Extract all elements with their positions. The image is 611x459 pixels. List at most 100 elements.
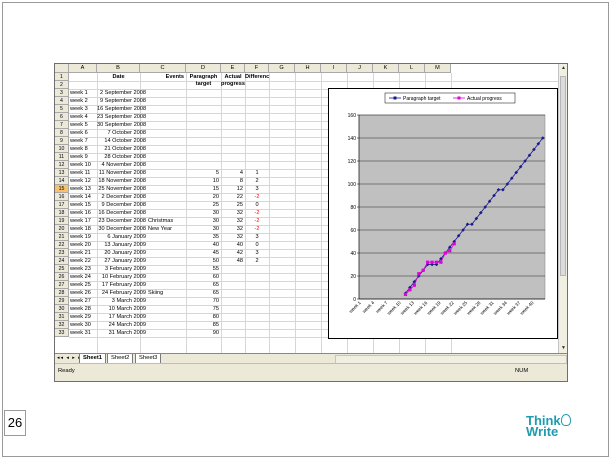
cell-date[interactable]: 2 December 2008 bbox=[97, 193, 148, 201]
vertical-scrollbar[interactable]: ▲ ▼ bbox=[558, 64, 567, 353]
cell-difference[interactable] bbox=[245, 265, 269, 273]
cell-event[interactable] bbox=[148, 273, 186, 281]
row-header[interactable]: 27 bbox=[55, 281, 69, 289]
row-header[interactable]: 4 bbox=[55, 97, 69, 105]
cell-target[interactable]: 5 bbox=[186, 169, 221, 177]
cell-actual[interactable] bbox=[221, 121, 245, 129]
cell-event[interactable] bbox=[148, 241, 186, 249]
cell-difference[interactable] bbox=[245, 305, 269, 313]
cell-event[interactable] bbox=[148, 177, 186, 185]
row-header[interactable]: 15 bbox=[55, 185, 69, 193]
cell-week[interactable]: week 6 bbox=[70, 129, 98, 137]
row-header[interactable]: 32 bbox=[55, 321, 69, 329]
cell-week[interactable]: week 23 bbox=[70, 265, 98, 273]
cell-target[interactable] bbox=[186, 161, 221, 169]
cell-target[interactable] bbox=[186, 121, 221, 129]
column-header[interactable]: K bbox=[373, 64, 399, 73]
cell-target[interactable]: 45 bbox=[186, 249, 221, 257]
cell-target[interactable] bbox=[186, 97, 221, 105]
cell-target[interactable] bbox=[186, 113, 221, 121]
cell-event[interactable] bbox=[148, 185, 186, 193]
cell-week[interactable]: week 22 bbox=[70, 257, 98, 265]
cell-week[interactable]: week 21 bbox=[70, 249, 98, 257]
cell-difference[interactable] bbox=[245, 97, 269, 105]
cell-date[interactable]: 11 November 2008 bbox=[97, 169, 148, 177]
cell-date[interactable]: 25 November 2008 bbox=[97, 185, 148, 193]
cell-week[interactable]: week 9 bbox=[70, 153, 98, 161]
row-header[interactable]: 10 bbox=[55, 145, 69, 153]
row-header[interactable]: 23 bbox=[55, 249, 69, 257]
cell-date[interactable]: 14 October 2008 bbox=[97, 137, 148, 145]
column-header[interactable]: B bbox=[97, 64, 140, 73]
header-date[interactable]: Date bbox=[97, 73, 140, 81]
cell-target[interactable]: 70 bbox=[186, 297, 221, 305]
column-header[interactable]: I bbox=[321, 64, 347, 73]
row-header[interactable]: 3 bbox=[55, 89, 69, 97]
cell-target[interactable]: 40 bbox=[186, 241, 221, 249]
column-header[interactable]: F bbox=[245, 64, 269, 73]
cell-actual[interactable] bbox=[221, 265, 245, 273]
cell-week[interactable]: week 10 bbox=[70, 161, 98, 169]
cell-actual[interactable]: 8 bbox=[221, 177, 245, 185]
cell-target[interactable]: 60 bbox=[186, 273, 221, 281]
cell-actual[interactable] bbox=[221, 273, 245, 281]
cell-event[interactable] bbox=[148, 201, 186, 209]
cell-target[interactable]: 30 bbox=[186, 209, 221, 217]
cell-difference[interactable]: -2 bbox=[245, 225, 269, 233]
cell-event[interactable] bbox=[148, 281, 186, 289]
cell-week[interactable]: week 17 bbox=[70, 217, 98, 225]
cell-event[interactable]: New Year bbox=[148, 225, 186, 233]
row-header[interactable]: 11 bbox=[55, 153, 69, 161]
cell-date[interactable]: 31 March 2009 bbox=[97, 329, 148, 337]
row-header[interactable]: 6 bbox=[55, 113, 69, 121]
cell-target[interactable] bbox=[186, 145, 221, 153]
column-header[interactable]: G bbox=[269, 64, 295, 73]
cell-date[interactable]: 17 March 2009 bbox=[97, 313, 148, 321]
cell-event[interactable] bbox=[148, 305, 186, 313]
cell-actual[interactable]: 32 bbox=[221, 233, 245, 241]
cell-week[interactable]: week 26 bbox=[70, 289, 98, 297]
cell-actual[interactable] bbox=[221, 145, 245, 153]
row-header[interactable]: 33 bbox=[55, 329, 69, 337]
cell-difference[interactable] bbox=[245, 297, 269, 305]
cell-event[interactable] bbox=[148, 233, 186, 241]
cell-event[interactable] bbox=[148, 329, 186, 337]
cell-date[interactable]: 2 September 2008 bbox=[97, 89, 148, 97]
cell-week[interactable]: week 15 bbox=[70, 201, 98, 209]
row-header[interactable]: 12 bbox=[55, 161, 69, 169]
cell-event[interactable] bbox=[148, 169, 186, 177]
cell-difference[interactable]: 2 bbox=[245, 177, 269, 185]
cell-week[interactable]: week 31 bbox=[70, 329, 98, 337]
row-header[interactable]: 14 bbox=[55, 177, 69, 185]
cell-actual[interactable] bbox=[221, 129, 245, 137]
cell-week[interactable]: week 25 bbox=[70, 281, 98, 289]
cell-date[interactable]: 10 February 2009 bbox=[97, 273, 148, 281]
cell-actual[interactable]: 4 bbox=[221, 169, 245, 177]
row-header[interactable]: 9 bbox=[55, 137, 69, 145]
cell-actual[interactable] bbox=[221, 113, 245, 121]
cell-actual[interactable]: 12 bbox=[221, 185, 245, 193]
cell-difference[interactable] bbox=[245, 161, 269, 169]
cell-difference[interactable] bbox=[245, 273, 269, 281]
row-header[interactable]: 2 bbox=[55, 81, 69, 89]
cell-target[interactable]: 35 bbox=[186, 233, 221, 241]
cell-event[interactable] bbox=[148, 321, 186, 329]
cell-week[interactable]: week 30 bbox=[70, 321, 98, 329]
cell-actual[interactable] bbox=[221, 289, 245, 297]
cell-actual[interactable] bbox=[221, 137, 245, 145]
cell-difference[interactable] bbox=[245, 137, 269, 145]
cell-date[interactable]: 27 January 2009 bbox=[97, 257, 148, 265]
cell-date[interactable]: 18 November 2008 bbox=[97, 177, 148, 185]
cell-event[interactable] bbox=[148, 145, 186, 153]
cell-target[interactable] bbox=[186, 89, 221, 97]
row-header[interactable]: 26 bbox=[55, 273, 69, 281]
cell-target[interactable] bbox=[186, 137, 221, 145]
cell-date[interactable]: 13 January 2009 bbox=[97, 241, 148, 249]
cell-target[interactable]: 30 bbox=[186, 217, 221, 225]
cell-week[interactable]: week 18 bbox=[70, 225, 98, 233]
cell-week[interactable]: week 1 bbox=[70, 89, 98, 97]
cell-actual[interactable] bbox=[221, 105, 245, 113]
row-header[interactable]: 18 bbox=[55, 209, 69, 217]
cell-difference[interactable] bbox=[245, 129, 269, 137]
cell-event[interactable] bbox=[148, 297, 186, 305]
